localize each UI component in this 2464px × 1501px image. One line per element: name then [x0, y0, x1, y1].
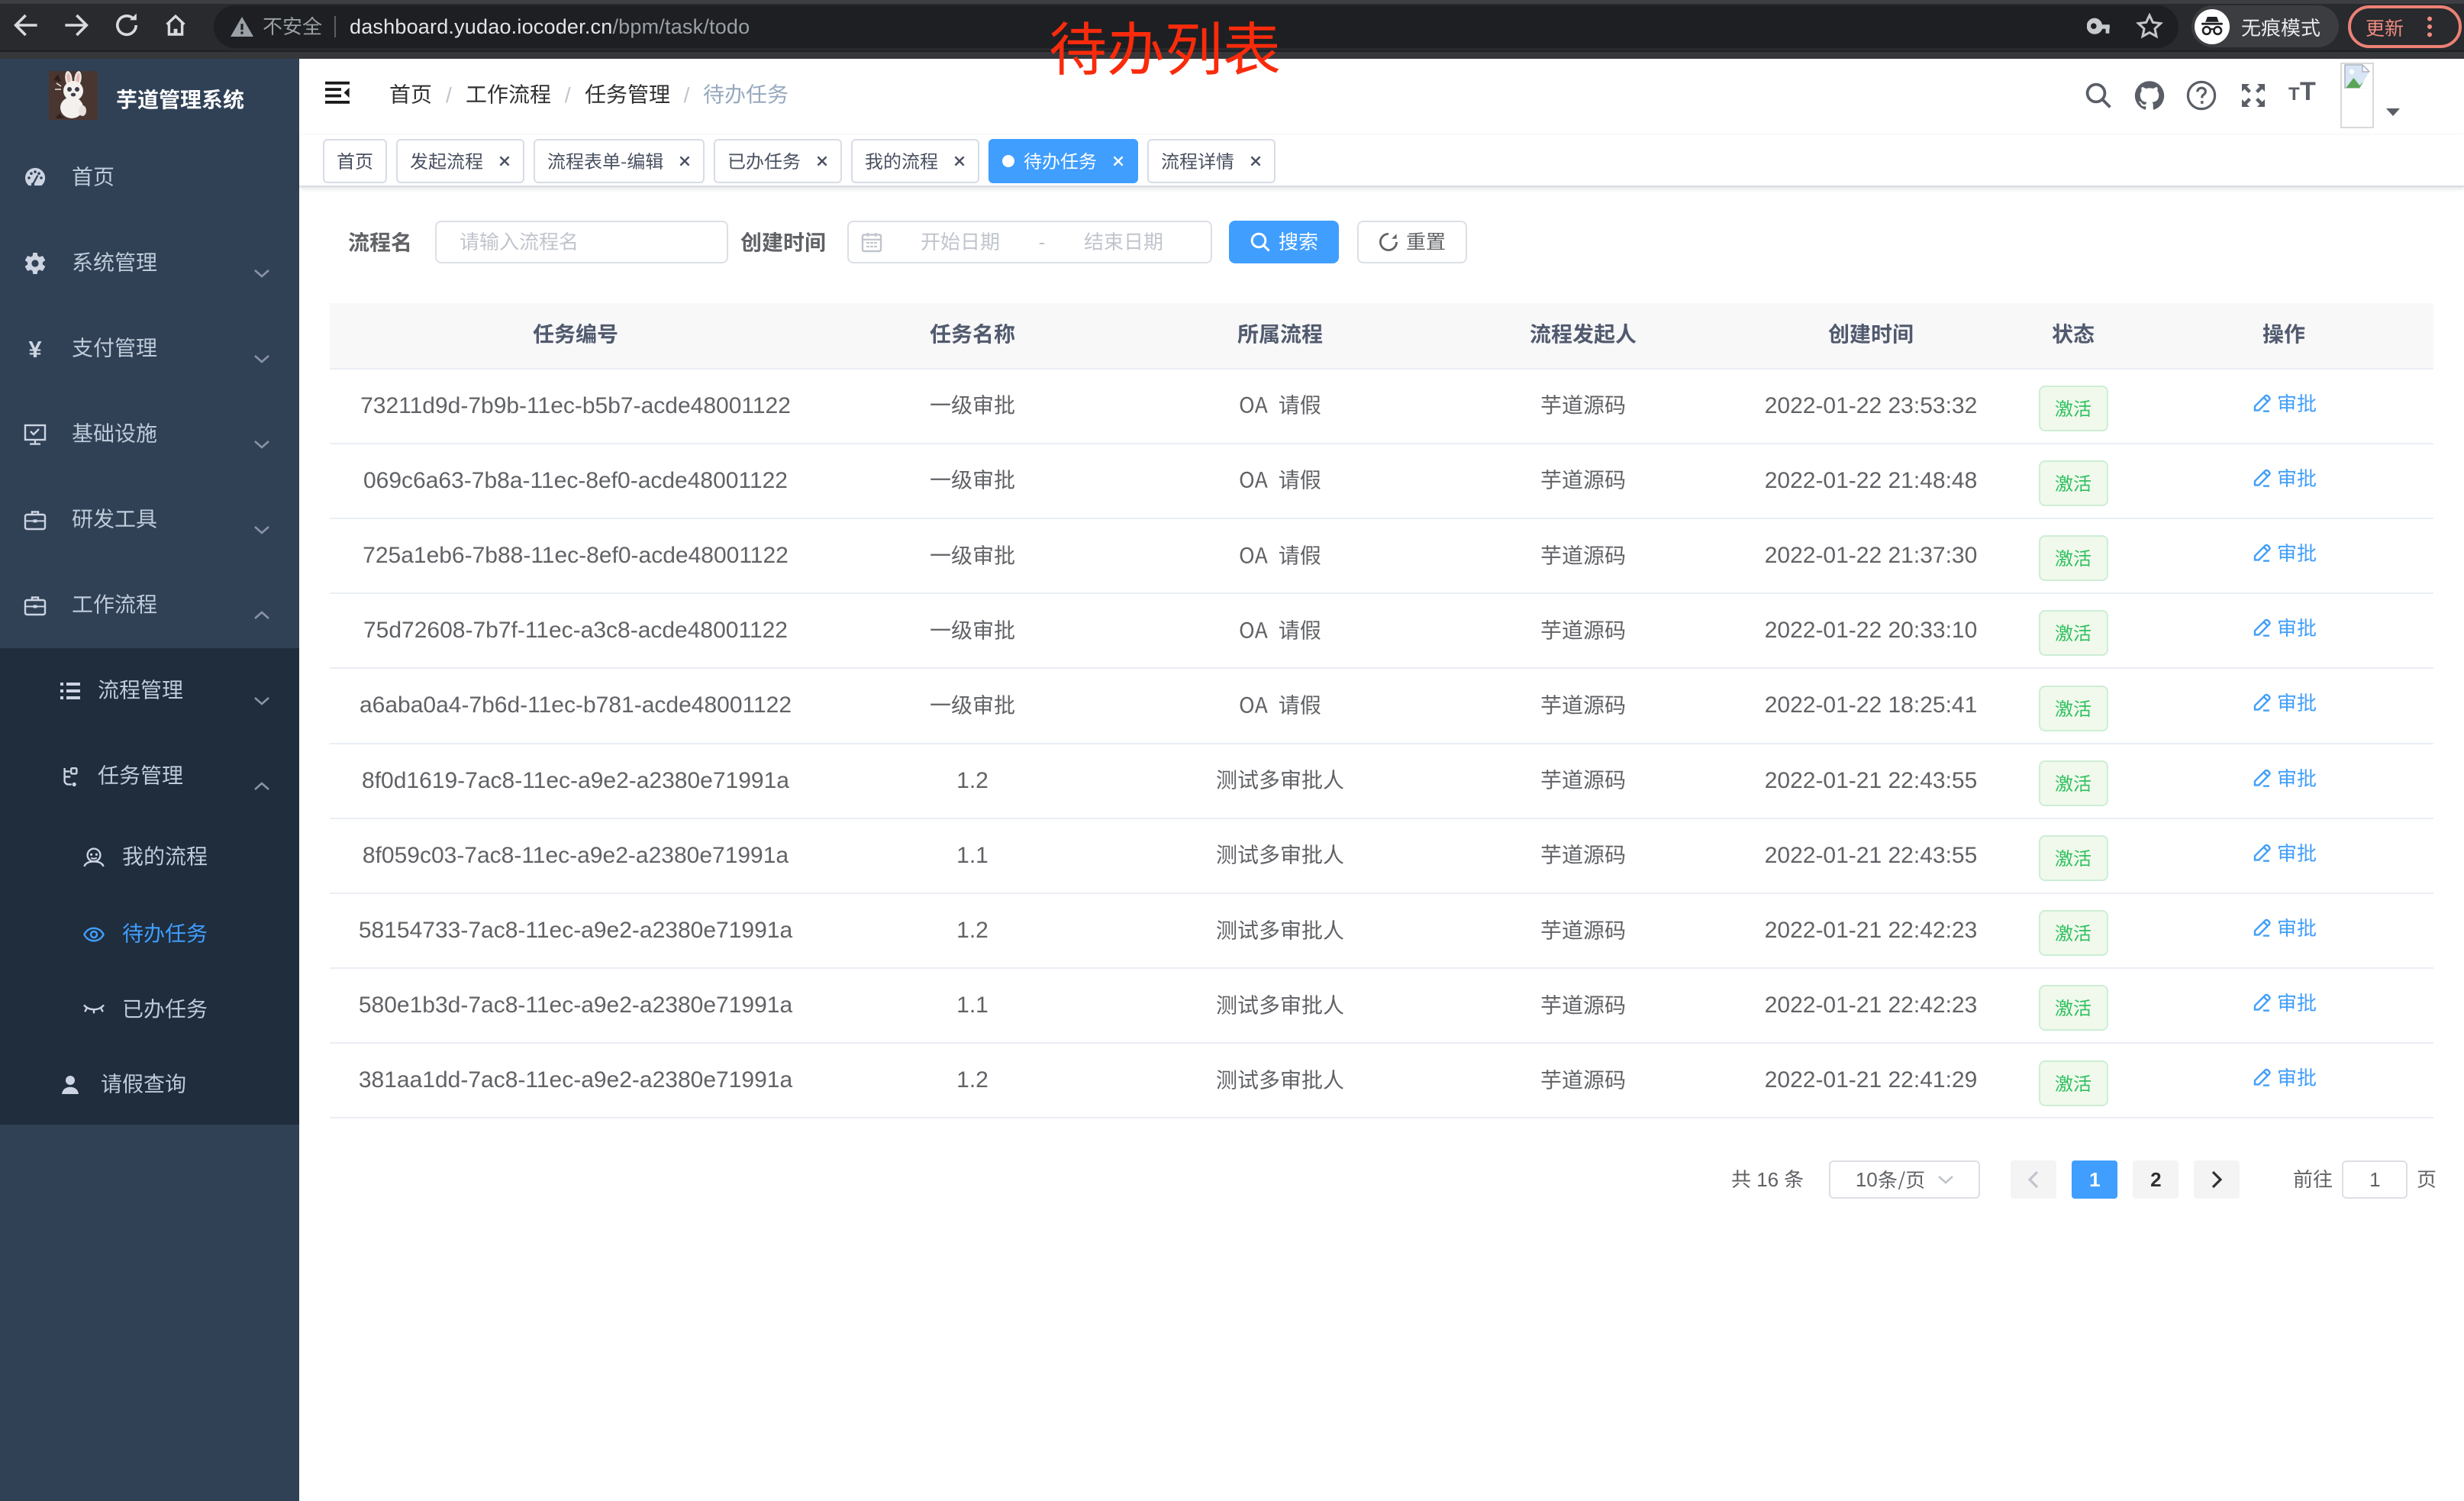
svg-text:¥: ¥ — [28, 337, 42, 360]
svg-text:T: T — [2288, 84, 2300, 103]
svg-text:T: T — [2300, 79, 2316, 103]
